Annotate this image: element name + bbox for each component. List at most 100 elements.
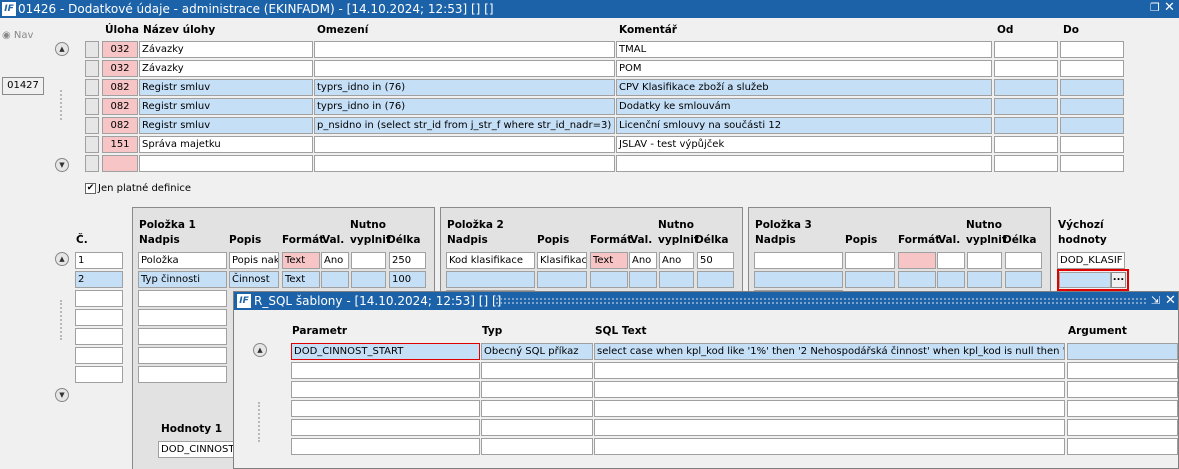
do-cell[interactable] xyxy=(1060,41,1124,58)
sql-text-cell[interactable] xyxy=(594,362,1065,379)
c-cell[interactable] xyxy=(75,347,123,364)
scroll-down-icon[interactable]: ▼ xyxy=(55,388,69,402)
uloha-cell[interactable] xyxy=(102,155,138,172)
omezeni-cell[interactable] xyxy=(314,41,615,58)
row-marker[interactable] xyxy=(85,79,99,96)
parametr-cell[interactable] xyxy=(291,438,480,455)
omezeni-cell[interactable]: p_nsidno in (select str_id from j_str_f … xyxy=(314,117,615,134)
parametr-cell[interactable] xyxy=(291,362,480,379)
restore-icon[interactable]: ❐ xyxy=(1150,1,1160,14)
popis-cell[interactable]: Popis nak xyxy=(229,252,279,269)
komentar-cell[interactable]: Licenční smlouvy na součásti 12 xyxy=(616,117,992,134)
vyplnit-cell[interactable] xyxy=(659,271,694,288)
nazev-cell[interactable]: Registr smluv xyxy=(139,117,313,134)
komentar-cell[interactable]: JSLAV - test výpůjček xyxy=(616,136,992,153)
parametr-cell[interactable]: DOD_CINNOST_START xyxy=(291,343,480,360)
parametr-cell[interactable] xyxy=(291,419,480,436)
sql-text-cell[interactable] xyxy=(594,419,1065,436)
do-cell[interactable] xyxy=(1060,79,1124,96)
nadpis-cell[interactable] xyxy=(138,290,227,307)
vyplnit-cell[interactable] xyxy=(351,271,386,288)
c-cell[interactable]: 1 xyxy=(75,252,123,269)
uloha-cell[interactable]: 151 xyxy=(102,136,138,153)
typ-cell[interactable]: Obecný SQL příkaz xyxy=(481,343,593,360)
scrollbar-track[interactable] xyxy=(60,90,66,120)
vyplnit-cell[interactable] xyxy=(967,271,1002,288)
argument-cell[interactable] xyxy=(1067,362,1178,379)
sql-text-cell[interactable] xyxy=(594,381,1065,398)
nazev-cell[interactable]: Registr smluv xyxy=(139,79,313,96)
scrollbar-track[interactable] xyxy=(258,402,264,442)
nadpis-cell[interactable]: Typ činnosti xyxy=(138,271,227,288)
nadpis-cell[interactable]: Kod klasifikace xyxy=(446,252,535,269)
uloha-cell[interactable]: 082 xyxy=(102,117,138,134)
val-cell[interactable]: Ano xyxy=(321,252,349,269)
od-cell[interactable] xyxy=(994,117,1058,134)
popis-cell[interactable]: Klasifikac xyxy=(537,252,587,269)
uloha-cell[interactable]: 082 xyxy=(102,98,138,115)
row-marker[interactable] xyxy=(85,155,99,172)
typ-cell[interactable] xyxy=(481,381,593,398)
omezeni-cell[interactable]: typrs_idno in (76) xyxy=(314,98,615,115)
row-marker[interactable] xyxy=(85,60,99,77)
parametr-cell[interactable] xyxy=(291,381,480,398)
omezeni-cell[interactable] xyxy=(314,136,615,153)
nazev-cell[interactable]: Správa majetku xyxy=(139,136,313,153)
row-marker[interactable] xyxy=(85,41,99,58)
sql-text-cell[interactable]: select case when kpl_kod like '1%' then … xyxy=(594,343,1065,360)
minimize-icon[interactable]: ⇲ xyxy=(1151,292,1160,310)
od-cell[interactable] xyxy=(994,98,1058,115)
nadpis-cell[interactable] xyxy=(138,309,227,326)
hodnoty-1-field[interactable]: DOD_CINNOST xyxy=(158,441,238,458)
vyplnit-cell[interactable]: Ano xyxy=(659,252,694,269)
scroll-up-icon[interactable]: ▲ xyxy=(55,252,69,266)
val-cell[interactable] xyxy=(321,271,349,288)
format-cell[interactable] xyxy=(898,271,936,288)
komentar-cell[interactable] xyxy=(616,155,992,172)
typ-cell[interactable] xyxy=(481,419,593,436)
do-cell[interactable] xyxy=(1060,98,1124,115)
argument-cell[interactable] xyxy=(1067,438,1178,455)
scroll-up-icon[interactable]: ▲ xyxy=(55,42,69,56)
nadpis-cell[interactable] xyxy=(138,328,227,345)
nav-radio[interactable]: ◉ Nav xyxy=(2,30,33,41)
typ-cell[interactable] xyxy=(481,362,593,379)
scroll-down-icon[interactable]: ▼ xyxy=(55,158,69,172)
od-cell[interactable] xyxy=(994,155,1058,172)
format-cell[interactable] xyxy=(898,252,936,269)
do-cell[interactable] xyxy=(1060,60,1124,77)
argument-cell[interactable] xyxy=(1067,400,1178,417)
row-marker[interactable] xyxy=(85,136,99,153)
format-cell[interactable] xyxy=(590,271,628,288)
format-cell[interactable]: Text xyxy=(282,252,320,269)
val-cell[interactable]: Ano xyxy=(629,252,657,269)
parametr-cell[interactable] xyxy=(291,400,480,417)
komentar-cell[interactable]: POM xyxy=(616,60,992,77)
do-cell[interactable] xyxy=(1060,136,1124,153)
val-cell[interactable] xyxy=(937,252,965,269)
row-marker[interactable] xyxy=(85,98,99,115)
omezeni-cell[interactable] xyxy=(314,60,615,77)
delka-cell[interactable]: 50 xyxy=(697,252,734,269)
lov-ellipsis-button[interactable]: ... xyxy=(1111,272,1126,288)
val-cell[interactable] xyxy=(937,271,965,288)
nadpis-cell[interactable]: Položka xyxy=(138,252,227,269)
nadpis-cell[interactable] xyxy=(138,366,227,383)
argument-cell[interactable] xyxy=(1067,381,1178,398)
argument-cell[interactable] xyxy=(1067,419,1178,436)
row-marker[interactable] xyxy=(85,117,99,134)
do-cell[interactable] xyxy=(1060,117,1124,134)
komentar-cell[interactable]: TMAL xyxy=(616,41,992,58)
nazev-cell[interactable]: Závazky xyxy=(139,60,313,77)
omezeni-cell[interactable] xyxy=(314,155,615,172)
nazev-cell[interactable] xyxy=(139,155,313,172)
val-cell[interactable] xyxy=(629,271,657,288)
popis-cell[interactable] xyxy=(845,252,895,269)
c-cell[interactable] xyxy=(75,366,123,383)
od-cell[interactable] xyxy=(994,79,1058,96)
nazev-cell[interactable]: Závazky xyxy=(139,41,313,58)
komentar-cell[interactable]: CPV Klasifikace zboží a služeb xyxy=(616,79,992,96)
scrollbar-track[interactable] xyxy=(60,300,66,340)
scroll-up-icon[interactable]: ▲ xyxy=(253,343,267,357)
form-01427-button[interactable]: 01427 xyxy=(2,77,44,95)
